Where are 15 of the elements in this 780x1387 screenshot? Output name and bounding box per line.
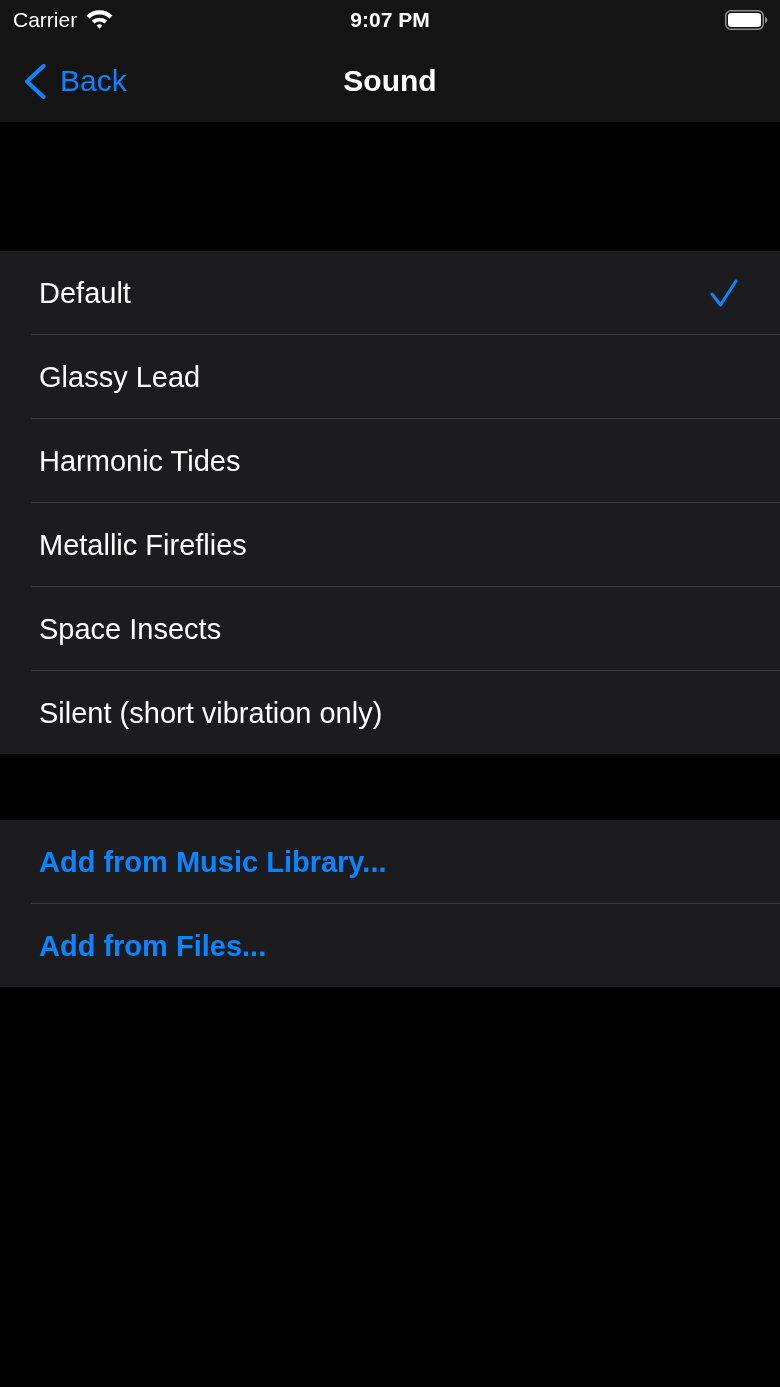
chevron-left-icon (24, 63, 46, 99)
carrier-label: Carrier (13, 8, 78, 32)
sound-option[interactable]: Space Insects (0, 587, 780, 670)
sound-option[interactable]: Glassy Lead (0, 335, 780, 418)
add-sound-button[interactable]: Add from Music Library... (0, 820, 780, 903)
screen-title: Sound (343, 63, 437, 99)
sound-option[interactable]: Harmonic Tides (0, 419, 780, 502)
sound-option[interactable]: Default (0, 251, 780, 334)
wifi-icon (85, 8, 115, 29)
battery-icon (725, 10, 768, 30)
status-time: 9:07 PM (350, 8, 430, 32)
sound-option[interactable]: Silent (short vibration only) (0, 671, 780, 754)
back-button[interactable]: Back (24, 63, 127, 99)
sound-option[interactable]: Metallic Fireflies (0, 503, 780, 586)
add-sound-button[interactable]: Add from Files... (0, 904, 780, 987)
